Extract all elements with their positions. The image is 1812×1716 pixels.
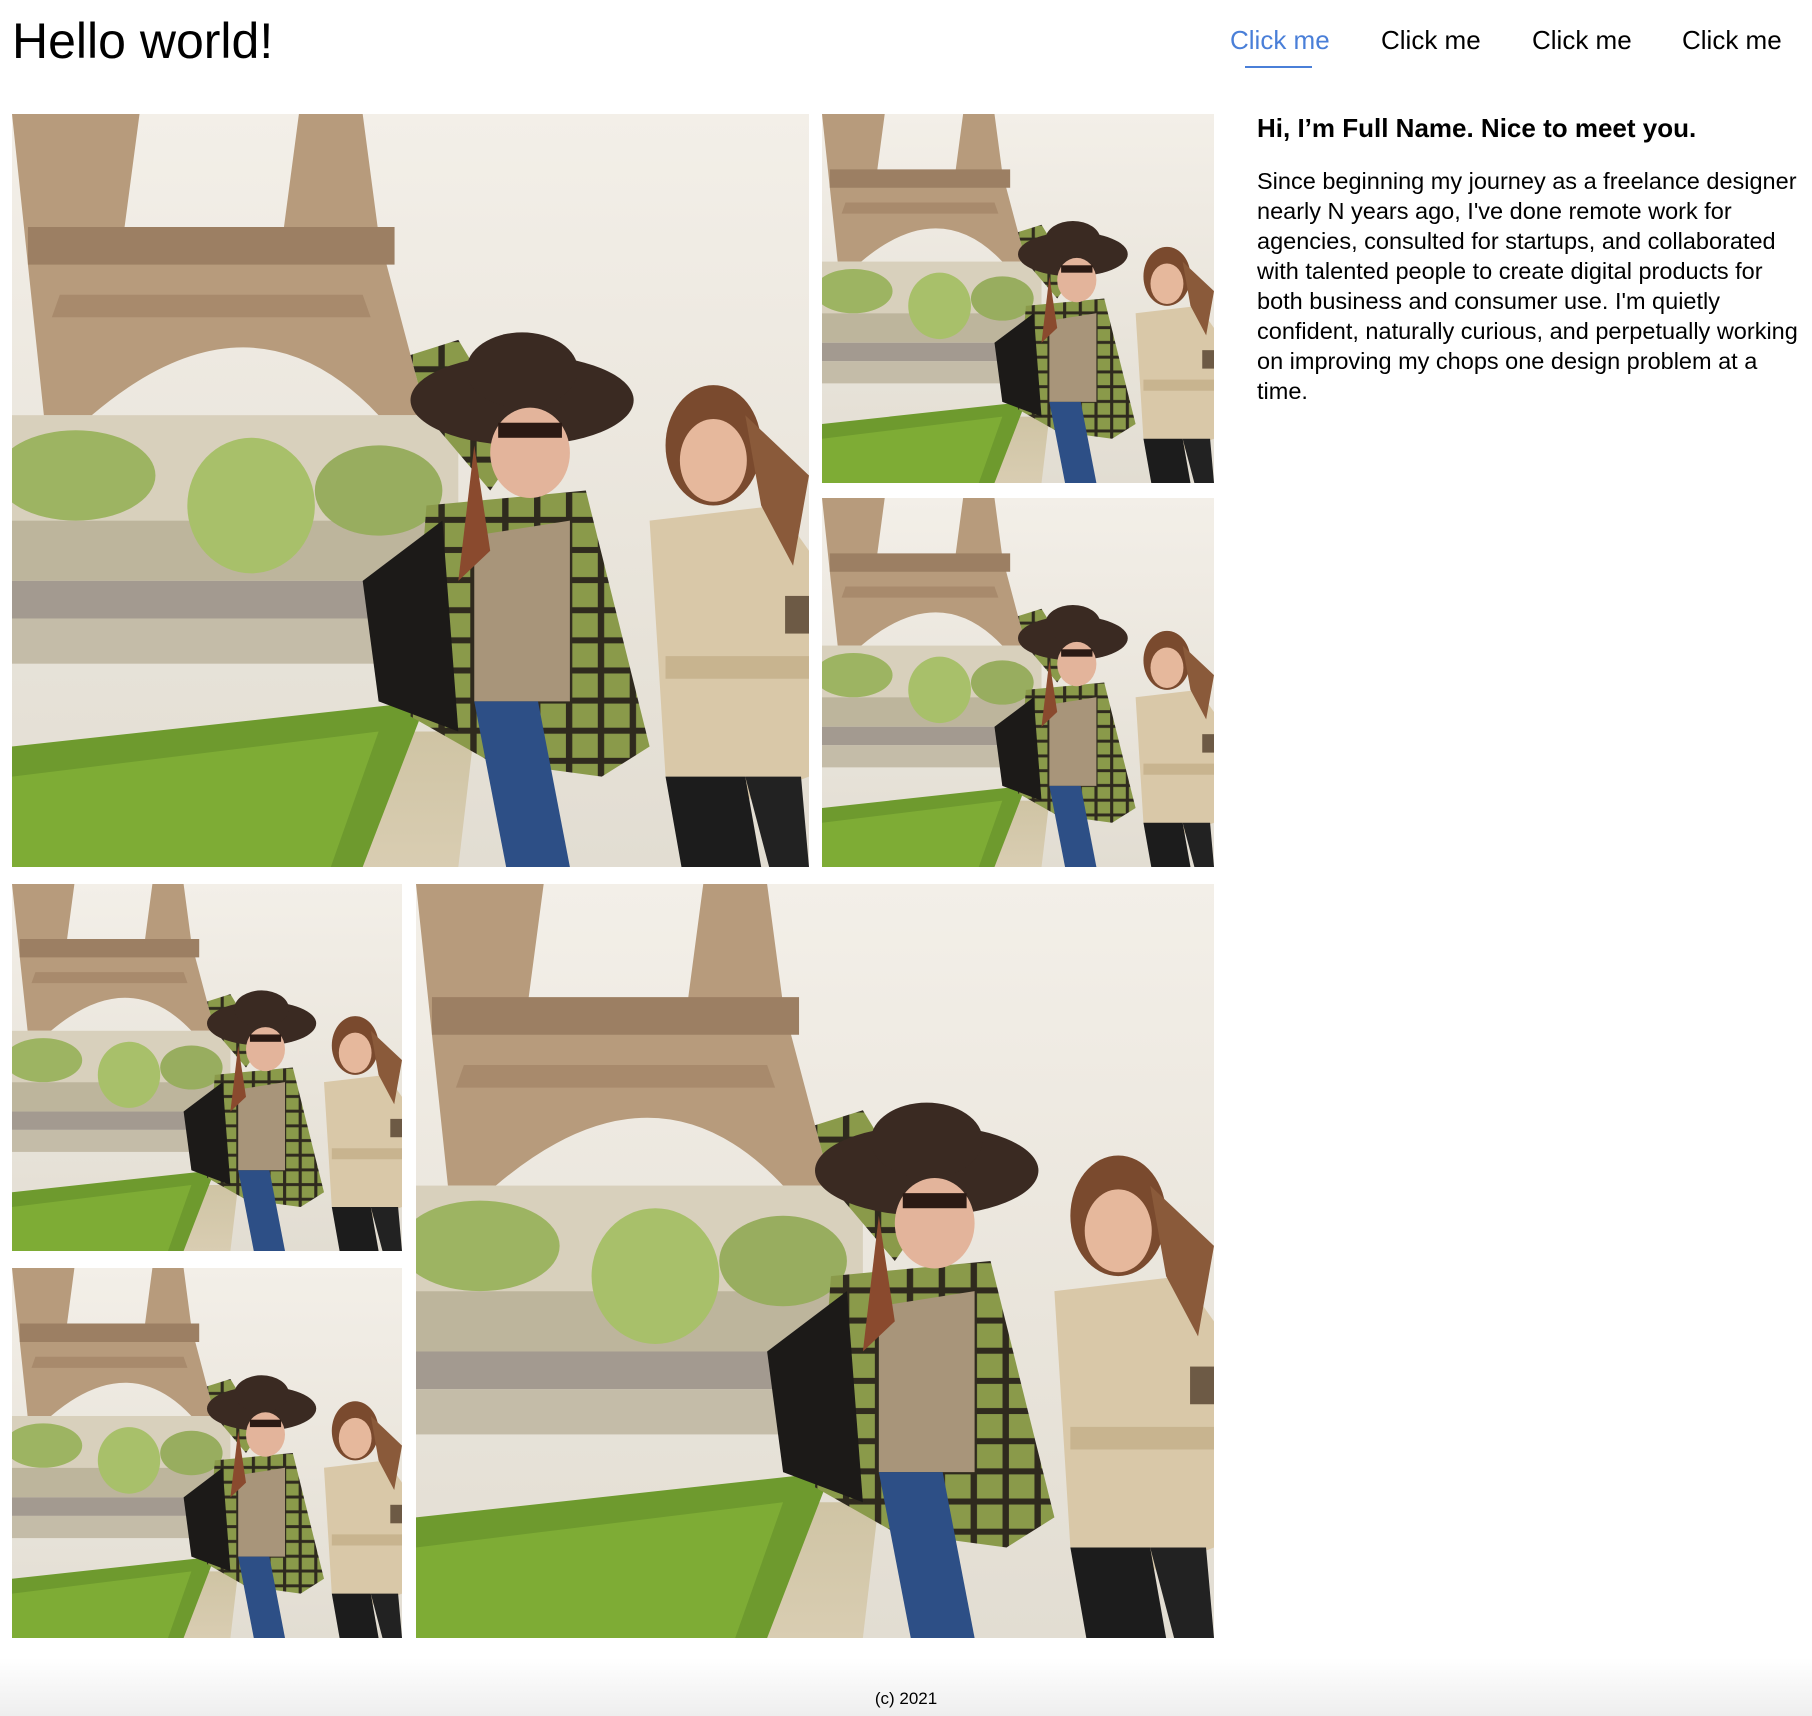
gallery-photo-large-1 [12, 114, 809, 867]
copyright-text: (c) 2021 [874, 1689, 938, 1708]
intro-body: Since beginning my journey as a freelanc… [1257, 168, 1798, 404]
nav-item-1[interactable]: Click me [1230, 22, 1330, 58]
gallery-photo-large-2 [416, 884, 1214, 1638]
gallery-photo-small-1 [822, 114, 1214, 483]
top-nav: Click me Click me Click me Click me [1210, 22, 1810, 72]
nav-item-3[interactable]: Click me [1532, 22, 1632, 58]
gallery-photo-small-4 [12, 1268, 402, 1638]
page: Hello world! Click me Click me Click me … [0, 0, 1812, 1716]
footer: (c) 2021 [0, 1658, 1812, 1716]
nav-item-4[interactable]: Click me [1682, 22, 1782, 58]
nav-item-2[interactable]: Click me [1381, 22, 1481, 58]
gallery-photo-small-2 [822, 498, 1214, 867]
page-title: Hello world! [12, 13, 274, 69]
gallery-photo-small-3 [12, 884, 402, 1251]
nav-active-indicator [1245, 66, 1312, 68]
intro-heading: Hi, I’m Full Name. Nice to meet you. [1257, 113, 1697, 143]
